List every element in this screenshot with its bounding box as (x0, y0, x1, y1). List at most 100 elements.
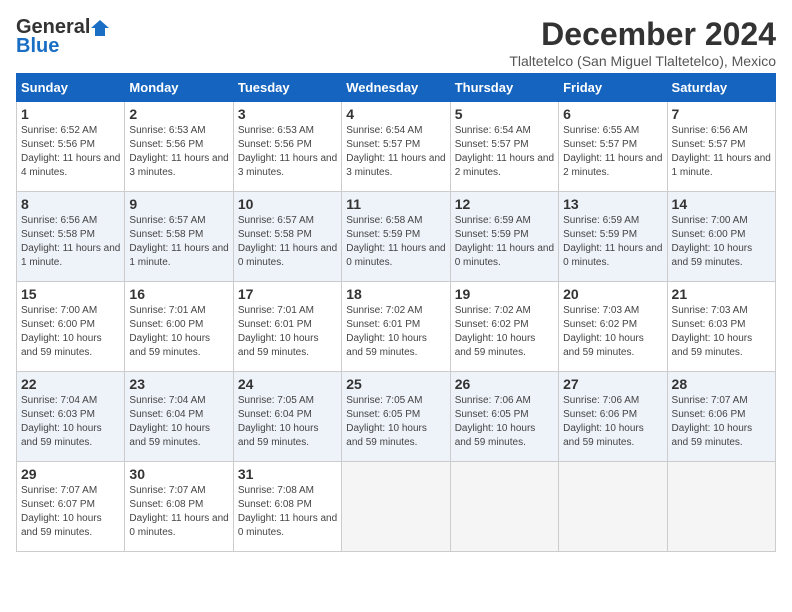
day-info: Sunrise: 7:01 AMSunset: 6:00 PMDaylight:… (129, 304, 228, 360)
month-title: December 2024 (509, 16, 776, 53)
day-info: Sunrise: 6:53 AMSunset: 5:56 PMDaylight:… (238, 124, 337, 180)
day-info: Sunrise: 6:54 AMSunset: 5:57 PMDaylight:… (346, 124, 445, 180)
day-number: 5 (455, 106, 554, 122)
day-info: Sunrise: 7:02 AMSunset: 6:01 PMDaylight:… (346, 304, 445, 360)
day-info: Sunrise: 7:05 AMSunset: 6:04 PMDaylight:… (238, 394, 337, 450)
day-info: Sunrise: 6:59 AMSunset: 5:59 PMDaylight:… (563, 214, 662, 270)
day-cell: 24Sunrise: 7:05 AMSunset: 6:04 PMDayligh… (233, 372, 341, 462)
day-info: Sunrise: 7:07 AMSunset: 6:08 PMDaylight:… (129, 484, 228, 540)
logo: General Blue (16, 16, 109, 58)
day-number: 10 (238, 196, 337, 212)
day-number: 20 (563, 286, 662, 302)
header-saturday: Saturday (667, 74, 775, 102)
week-row-2: 8 Sunrise: 6:56 AMSunset: 5:58 PMDaylight… (17, 192, 776, 282)
day-cell: 29 Sunrise: 7:07 AMSunset: 6:07 PMDayligh… (17, 462, 125, 552)
header-friday: Friday (559, 74, 667, 102)
day-cell: 14 Sunrise: 7:00 AMSunset: 6:00 PMDayligh… (667, 192, 775, 282)
calendar-header-row: Sunday Monday Tuesday Wednesday Thursday… (17, 74, 776, 102)
day-number: 14 (672, 196, 771, 212)
day-info: Sunrise: 6:56 AMSunset: 5:58 PMDaylight:… (21, 214, 120, 270)
logo-blue: Blue (16, 35, 59, 58)
day-number: 2 (129, 106, 228, 122)
calendar: Sunday Monday Tuesday Wednesday Thursday… (16, 73, 776, 552)
day-number: 21 (672, 286, 771, 302)
day-cell: 9 Sunrise: 6:57 AMSunset: 5:58 PMDaylight… (125, 192, 233, 282)
header-thursday: Thursday (450, 74, 558, 102)
day-number: 13 (563, 196, 662, 212)
day-info: Sunrise: 7:05 AMSunset: 6:05 PMDaylight:… (346, 394, 445, 450)
day-number: 11 (346, 196, 445, 212)
day-info: Sunrise: 7:06 AMSunset: 6:05 PMDaylight:… (455, 394, 554, 450)
day-number: 27 (563, 376, 662, 392)
day-number: 8 (21, 196, 120, 212)
week-row-4: 22 Sunrise: 7:04 AMSunset: 6:03 PMDayligh… (17, 372, 776, 462)
day-number: 30 (129, 466, 228, 482)
day-cell: 21 Sunrise: 7:03 AMSunset: 6:03 PMDayligh… (667, 282, 775, 372)
day-info: Sunrise: 7:01 AMSunset: 6:01 PMDaylight:… (238, 304, 337, 360)
day-info: Sunrise: 7:07 AMSunset: 6:06 PMDaylight:… (672, 394, 771, 450)
day-number: 17 (238, 286, 337, 302)
day-cell: 4 Sunrise: 6:54 AMSunset: 5:57 PMDaylight… (342, 102, 450, 192)
day-info: Sunrise: 6:57 AMSunset: 5:58 PMDaylight:… (129, 214, 228, 270)
location-title: Tlaltetelco (San Miguel Tlaltetelco), Me… (509, 53, 776, 69)
day-cell: 10 Sunrise: 6:57 AMSunset: 5:58 PMDayligh… (233, 192, 341, 282)
day-number: 18 (346, 286, 445, 302)
day-number: 28 (672, 376, 771, 392)
day-number: 23 (129, 376, 228, 392)
day-cell: 11Sunrise: 6:58 AMSunset: 5:59 PMDayligh… (342, 192, 450, 282)
day-number: 31 (238, 466, 337, 482)
day-cell (450, 462, 558, 552)
day-info: Sunrise: 7:00 AMSunset: 6:00 PMDaylight:… (21, 304, 120, 360)
day-number: 26 (455, 376, 554, 392)
day-cell: 31Sunrise: 7:08 AMSunset: 6:08 PMDayligh… (233, 462, 341, 552)
day-cell: 25Sunrise: 7:05 AMSunset: 6:05 PMDayligh… (342, 372, 450, 462)
day-info: Sunrise: 7:03 AMSunset: 6:03 PMDaylight:… (672, 304, 771, 360)
day-info: Sunrise: 7:00 AMSunset: 6:00 PMDaylight:… (672, 214, 771, 270)
day-cell: 2 Sunrise: 6:53 AMSunset: 5:56 PMDaylight… (125, 102, 233, 192)
day-cell: 17 Sunrise: 7:01 AMSunset: 6:01 PMDayligh… (233, 282, 341, 372)
title-area: December 2024 Tlaltetelco (San Miguel Tl… (509, 16, 776, 69)
day-cell: 7Sunrise: 6:56 AMSunset: 5:57 PMDaylight… (667, 102, 775, 192)
day-number: 16 (129, 286, 228, 302)
header-monday: Monday (125, 74, 233, 102)
day-cell (667, 462, 775, 552)
day-number: 12 (455, 196, 554, 212)
day-cell: 16 Sunrise: 7:01 AMSunset: 6:00 PMDayligh… (125, 282, 233, 372)
header-tuesday: Tuesday (233, 74, 341, 102)
day-number: 7 (672, 106, 771, 122)
day-info: Sunrise: 6:57 AMSunset: 5:58 PMDaylight:… (238, 214, 337, 270)
day-cell: 19Sunrise: 7:02 AMSunset: 6:02 PMDayligh… (450, 282, 558, 372)
day-cell (342, 462, 450, 552)
day-cell: 1 Sunrise: 6:52 AMSunset: 5:56 PMDaylight… (17, 102, 125, 192)
day-number: 15 (21, 286, 120, 302)
day-info: Sunrise: 7:03 AMSunset: 6:02 PMDaylight:… (563, 304, 662, 360)
day-number: 22 (21, 376, 120, 392)
header-wednesday: Wednesday (342, 74, 450, 102)
day-number: 3 (238, 106, 337, 122)
header: General Blue December 2024 Tlaltetelco (… (16, 16, 776, 69)
day-number: 4 (346, 106, 445, 122)
day-info: Sunrise: 7:07 AMSunset: 6:07 PMDaylight:… (21, 484, 120, 540)
week-row-3: 15 Sunrise: 7:00 AMSunset: 6:00 PMDayligh… (17, 282, 776, 372)
day-info: Sunrise: 7:04 AMSunset: 6:03 PMDaylight:… (21, 394, 120, 450)
day-cell (559, 462, 667, 552)
day-number: 19 (455, 286, 554, 302)
day-number: 9 (129, 196, 228, 212)
day-number: 6 (563, 106, 662, 122)
day-number: 29 (21, 466, 120, 482)
day-cell: 22 Sunrise: 7:04 AMSunset: 6:03 PMDayligh… (17, 372, 125, 462)
day-cell: 3 Sunrise: 6:53 AMSunset: 5:56 PMDaylight… (233, 102, 341, 192)
day-cell: 26 Sunrise: 7:06 AMSunset: 6:05 PMDayligh… (450, 372, 558, 462)
day-cell: 27 Sunrise: 7:06 AMSunset: 6:06 PMDayligh… (559, 372, 667, 462)
day-cell: 23Sunrise: 7:04 AMSunset: 6:04 PMDayligh… (125, 372, 233, 462)
day-info: Sunrise: 6:52 AMSunset: 5:56 PMDaylight:… (21, 124, 120, 180)
day-cell: 15 Sunrise: 7:00 AMSunset: 6:00 PMDayligh… (17, 282, 125, 372)
day-cell: 28 Sunrise: 7:07 AMSunset: 6:06 PMDayligh… (667, 372, 775, 462)
day-info: Sunrise: 6:53 AMSunset: 5:56 PMDaylight:… (129, 124, 228, 180)
day-cell: 30 Sunrise: 7:07 AMSunset: 6:08 PMDayligh… (125, 462, 233, 552)
day-cell: 5 Sunrise: 6:54 AMSunset: 5:57 PMDaylight… (450, 102, 558, 192)
day-info: Sunrise: 6:55 AMSunset: 5:57 PMDaylight:… (563, 124, 662, 180)
day-info: Sunrise: 7:06 AMSunset: 6:06 PMDaylight:… (563, 394, 662, 450)
day-number: 1 (21, 106, 120, 122)
day-info: Sunrise: 6:54 AMSunset: 5:57 PMDaylight:… (455, 124, 554, 180)
